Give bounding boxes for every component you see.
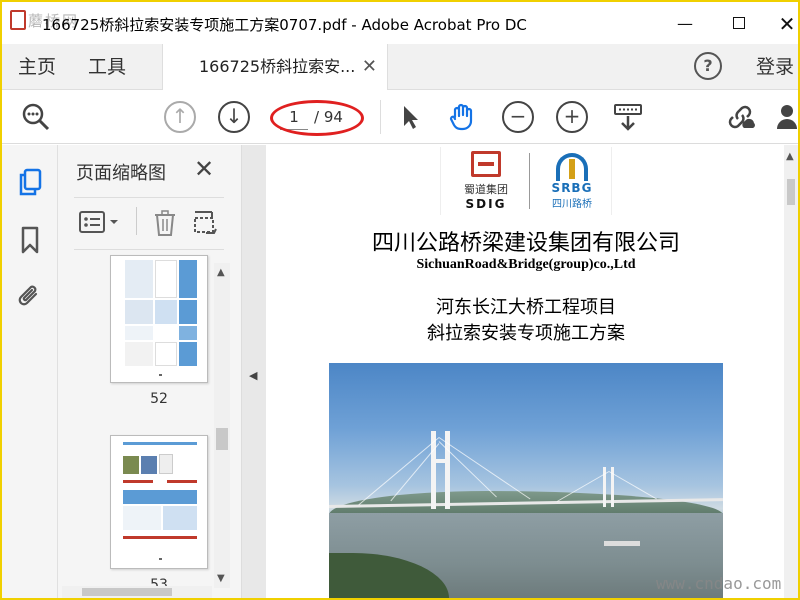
thumbnails-panel-title: 页面缩略图 xyxy=(76,163,166,184)
zoom-out-icon[interactable]: − xyxy=(502,101,534,133)
sdig-logo-cn: 蜀道集团 xyxy=(464,183,508,196)
thumbnail-label: 52 xyxy=(150,391,168,407)
plan-title: 斜拉索安装专项施工方案 xyxy=(427,323,625,344)
acrobat-app-icon xyxy=(10,10,26,30)
prev-page-icon[interactable]: ↑ xyxy=(164,101,196,133)
srbg-logo-mark xyxy=(552,151,592,181)
tab-document[interactable]: 166725桥斜拉索安... ✕ xyxy=(162,44,388,90)
document-scrollbar[interactable]: ▲ xyxy=(784,145,798,598)
scrollbar-thumb[interactable] xyxy=(787,179,795,205)
sdig-logo: 蜀道集团 SDIG xyxy=(451,151,521,211)
panel-collapse-strip[interactable]: ◀ xyxy=(242,145,266,598)
document-view: 蜀道集团 SDIG SRBG 四川路桥 四川公路桥梁建设集团有限公司 Sichu… xyxy=(266,145,798,598)
tab-bar: 主页 工具 166725桥斜拉索安... ✕ ? 登录 xyxy=(2,44,798,90)
thumbnails-panel: 页面缩略图 ✕ 52 53 ▲ ▼ xyxy=(58,145,242,598)
close-window-button[interactable]: ✕ xyxy=(772,12,798,36)
select-cursor-icon[interactable] xyxy=(394,101,426,133)
share-link-icon[interactable] xyxy=(724,101,756,133)
sdig-logo-en: SDIG xyxy=(465,197,507,211)
toolbar: ↑ ↓ 1 / 94 − + xyxy=(2,90,798,144)
thumbnails-horizontal-scrollbar[interactable] xyxy=(62,586,212,598)
acrobat-window: 蘑桥网 166725桥斜拉索安装专项施工方案0707.pdf - Adobe A… xyxy=(2,2,798,598)
divider xyxy=(136,207,137,235)
zoom-in-icon[interactable]: + xyxy=(556,101,588,133)
sdig-logo-mark xyxy=(471,151,501,177)
collapse-left-icon[interactable]: ◀ xyxy=(249,369,257,382)
company-name-cn: 四川公路桥梁建设集团有限公司 xyxy=(371,231,680,256)
title-bar: 蘑桥网 166725桥斜拉索安装专项施工方案0707.pdf - Adobe A… xyxy=(2,2,798,44)
thumbnail-page-52[interactable] xyxy=(110,255,208,383)
toolbar-divider xyxy=(380,100,381,134)
bridge-photo xyxy=(329,363,723,598)
next-page-icon[interactable]: ↓ xyxy=(218,101,250,133)
navigation-rail xyxy=(2,145,58,598)
thumbnail-options-icon[interactable] xyxy=(78,209,122,240)
tab-tools[interactable]: 工具 xyxy=(88,44,126,90)
annotation-red-ellipse xyxy=(270,100,364,136)
hand-tool-icon[interactable] xyxy=(446,101,478,133)
login-button[interactable]: 登录 xyxy=(756,44,794,90)
divider xyxy=(74,197,224,198)
divider xyxy=(74,249,224,250)
window-title: 166725桥斜拉索安装专项施工方案0707.pdf - Adobe Acrob… xyxy=(42,16,527,34)
help-icon[interactable]: ? xyxy=(694,52,722,80)
scroll-up-icon[interactable]: ▲ xyxy=(786,151,794,162)
tab-home[interactable]: 主页 xyxy=(18,44,56,90)
company-name-en: SichuanRoad&Bridge(group)co.,Ltd xyxy=(416,257,636,272)
thumbnails-scrollbar[interactable]: ▲ ▼ xyxy=(214,263,230,588)
divider xyxy=(529,153,530,209)
search-zoom-icon[interactable] xyxy=(20,101,52,133)
scrollbar-thumb[interactable] xyxy=(216,428,228,450)
rotate-page-icon[interactable] xyxy=(192,209,218,242)
attachment-icon[interactable] xyxy=(16,281,44,311)
footer-watermark: www.cndao.com xyxy=(656,574,782,593)
tab-document-label: 166725桥斜拉索安... xyxy=(199,57,356,76)
bookmark-icon[interactable] xyxy=(16,225,44,255)
thumbnail-page-53[interactable] xyxy=(110,435,208,569)
page-thumbnails-icon[interactable] xyxy=(16,167,44,197)
user-icon[interactable] xyxy=(776,101,798,133)
srbg-logo-cn: 四川路桥 xyxy=(552,199,592,210)
keyboard-scroll-icon[interactable] xyxy=(612,101,644,133)
scrollbar-thumb[interactable] xyxy=(82,588,172,596)
srbg-logo-en: SRBG xyxy=(551,181,593,195)
tab-close-button[interactable]: ✕ xyxy=(362,44,377,90)
panel-close-button[interactable]: ✕ xyxy=(194,155,214,183)
delete-page-icon[interactable] xyxy=(152,209,178,242)
maximize-icon xyxy=(733,17,745,29)
scroll-up-icon[interactable]: ▲ xyxy=(217,267,225,278)
project-title: 河东长江大桥工程项目 xyxy=(436,297,616,318)
scroll-down-icon[interactable]: ▼ xyxy=(217,573,225,584)
company-logos: 蜀道集团 SDIG SRBG 四川路桥 xyxy=(440,147,612,215)
maximize-button[interactable] xyxy=(724,12,754,36)
minimize-button[interactable]: — xyxy=(670,12,700,36)
srbg-logo: SRBG 四川路桥 xyxy=(537,151,607,210)
